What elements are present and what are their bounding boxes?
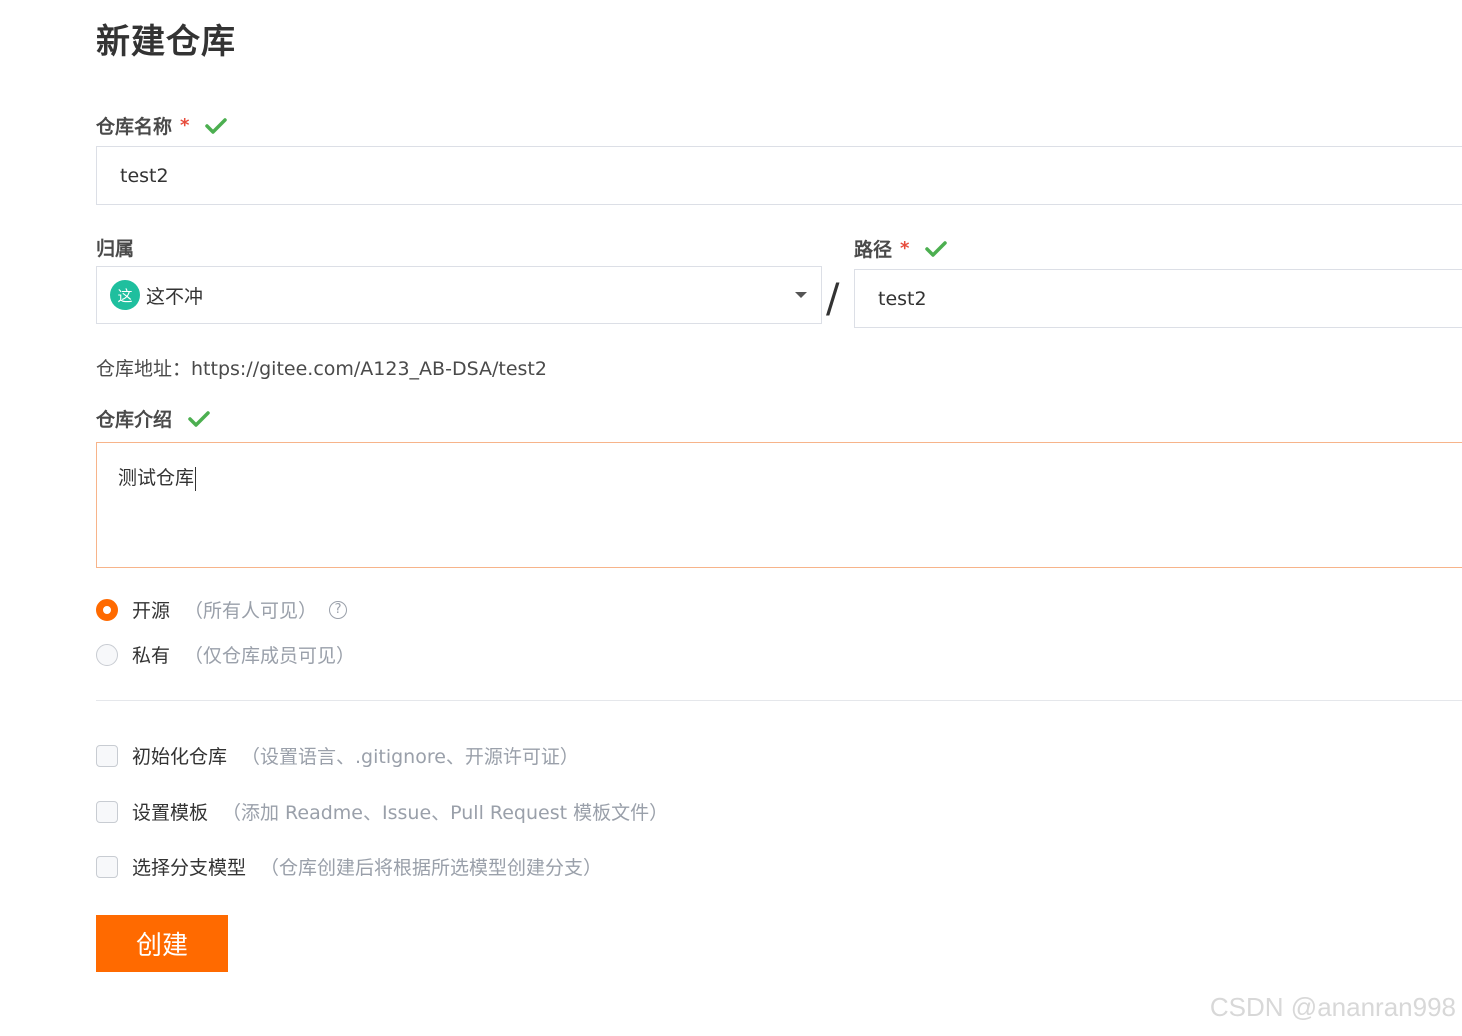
check-icon: [205, 117, 228, 135]
owner-label-text: 归属: [96, 238, 135, 260]
description-label: 仓库介绍: [96, 405, 210, 432]
checkbox-template-hint: （添加 Readme、Issue、Pull Request 模板文件）: [222, 802, 669, 824]
path-input[interactable]: [876, 286, 1462, 311]
path-label: 路径 *: [854, 235, 948, 262]
required-mark: *: [900, 238, 910, 259]
description-textarea[interactable]: 测试仓库: [96, 442, 1462, 568]
description-label-text: 仓库介绍: [96, 409, 173, 431]
repo-name-input[interactable]: [118, 163, 1462, 188]
radio-public-indicator[interactable]: [96, 598, 118, 621]
repo-name-label: 仓库名称 *: [96, 112, 228, 139]
checkbox-template-label[interactable]: 设置模板: [132, 798, 208, 825]
required-mark: *: [180, 115, 190, 136]
create-button[interactable]: 创建: [96, 915, 228, 972]
question-circle-icon[interactable]: ?: [329, 600, 348, 619]
repo-name-field[interactable]: [96, 146, 1462, 205]
checkbox-branch-model-box[interactable]: [96, 855, 118, 878]
checkbox-template-box[interactable]: [96, 800, 118, 823]
radio-private[interactable]: 私有 （仅仓库成员可见）: [96, 641, 355, 668]
page-title: 新建仓库: [96, 22, 236, 62]
checkbox-branch-model-hint: （仓库创建后将根据所选模型创建分支）: [260, 857, 603, 879]
divider: [96, 700, 1462, 701]
owner-select[interactable]: 这 这不冲: [96, 266, 822, 324]
text-cursor: [195, 466, 197, 491]
radio-private-label[interactable]: 私有: [132, 641, 170, 668]
repo-address: 仓库地址：https://gitee.com/A123_AB-DSA/test2: [96, 358, 547, 380]
checkbox-branch-model-label[interactable]: 选择分支模型: [132, 853, 246, 880]
checkbox-init-repo-box[interactable]: [96, 744, 118, 767]
check-icon: [925, 240, 948, 258]
watermark: CSDN @ananran998: [1209, 992, 1456, 1022]
radio-public[interactable]: 开源 （所有人可见） ?: [96, 596, 348, 623]
repo-name-label-text: 仓库名称: [96, 116, 173, 138]
path-field[interactable]: [854, 269, 1462, 328]
owner-selected-value: 这不冲: [146, 285, 204, 308]
radio-private-hint: （仅仓库成员可见）: [184, 645, 356, 667]
description-value: 测试仓库: [118, 467, 195, 489]
path-separator: /: [826, 276, 840, 322]
chevron-down-icon[interactable]: [795, 292, 807, 298]
avatar: 这: [110, 280, 140, 310]
checkbox-template[interactable]: 设置模板 （添加 Readme、Issue、Pull Request 模板文件）: [96, 798, 668, 825]
checkbox-branch-model[interactable]: 选择分支模型 （仓库创建后将根据所选模型创建分支）: [96, 853, 602, 880]
checkbox-init-repo[interactable]: 初始化仓库 （设置语言、.gitignore、开源许可证）: [96, 742, 579, 769]
owner-label: 归属: [96, 234, 134, 261]
radio-public-label[interactable]: 开源: [132, 596, 170, 623]
path-label-text: 路径: [854, 239, 893, 261]
check-icon: [188, 410, 210, 428]
checkbox-init-repo-label[interactable]: 初始化仓库: [132, 742, 227, 769]
radio-private-indicator[interactable]: [96, 643, 118, 666]
radio-public-hint: （所有人可见）: [184, 600, 318, 622]
checkbox-init-repo-hint: （设置语言、.gitignore、开源许可证）: [241, 746, 579, 768]
